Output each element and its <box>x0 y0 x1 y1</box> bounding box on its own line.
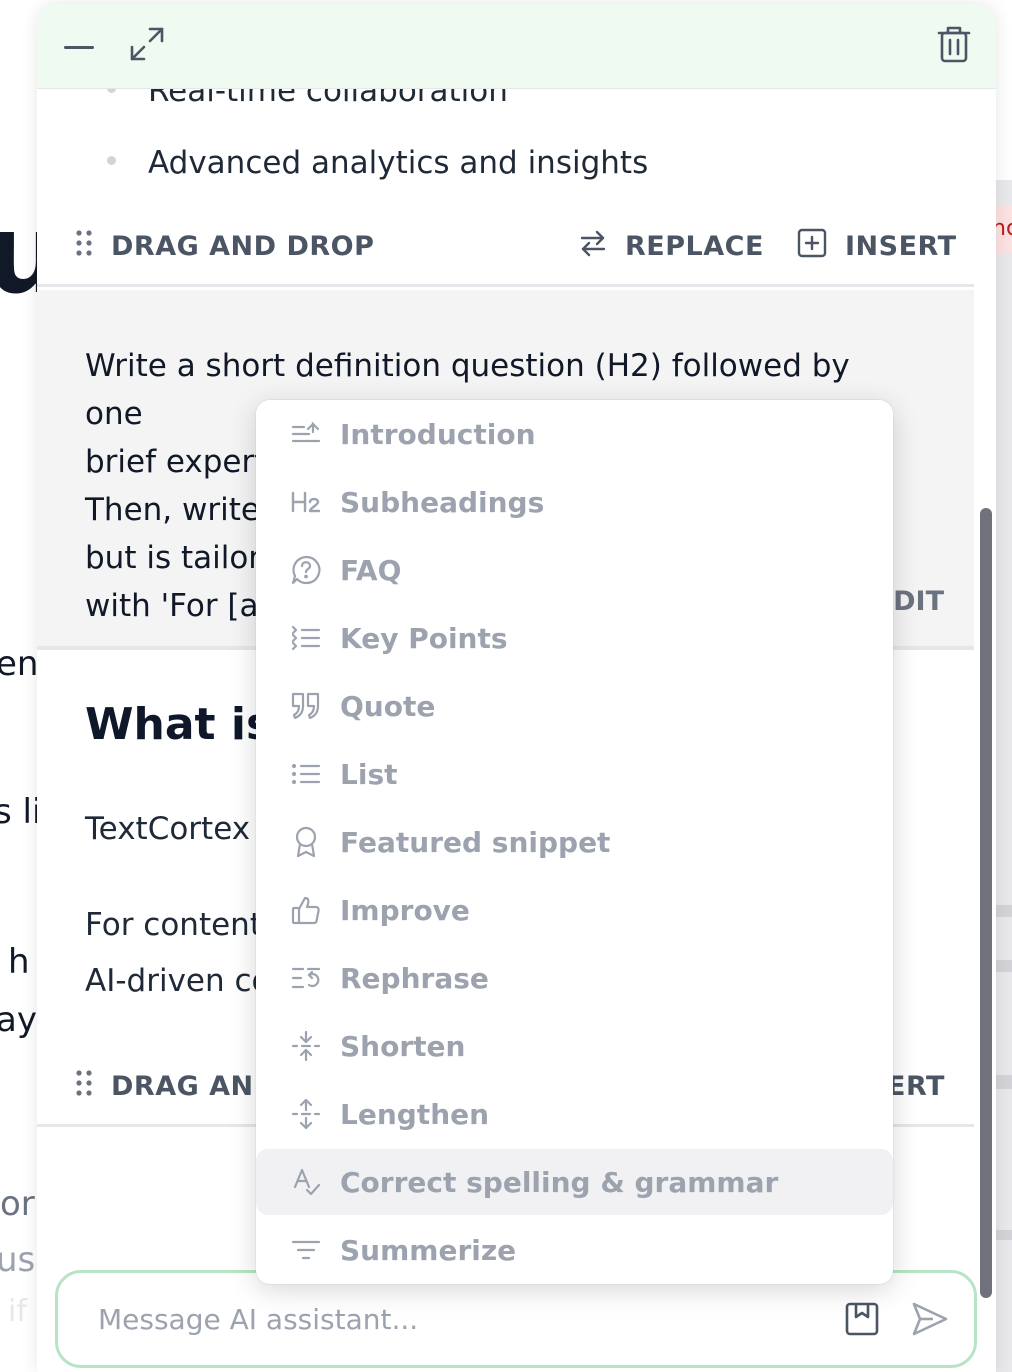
background-text: if <box>8 1294 27 1329</box>
list-item: Advanced analytics and insights <box>107 145 648 181</box>
panel-header <box>37 4 996 89</box>
menu-item-correct-spelling-grammar[interactable]: Correct spelling & grammar <box>256 1149 893 1215</box>
key-points-icon <box>290 622 322 654</box>
expand-button[interactable] <box>123 22 171 70</box>
drag-handle[interactable]: DRAG AND DROP <box>75 205 374 287</box>
replace-button[interactable]: REPLACE <box>579 205 764 287</box>
paragraph: TextCortex <box>85 811 251 847</box>
menu-item-key-points[interactable]: Key Points <box>256 605 893 671</box>
menu-item-label: Introduction <box>340 417 536 451</box>
background-text: s li <box>0 792 42 832</box>
menu-item-list[interactable]: List <box>256 741 893 807</box>
save-prompt-button[interactable] <box>840 1299 884 1343</box>
background-text: us <box>0 1240 36 1280</box>
menu-item-label: Featured snippet <box>340 825 611 859</box>
list-icon <box>290 758 322 790</box>
minus-icon <box>64 37 94 55</box>
block-action-bar: DRAG AND DROP REPLACE INSERT <box>37 205 974 287</box>
menu-item-faq[interactable]: FAQ <box>256 537 893 603</box>
award-icon <box>290 826 322 858</box>
list-item: Real-time collaboration <box>107 89 508 109</box>
shorten-icon <box>290 1030 322 1062</box>
menu-item-rephrase[interactable]: Rephrase <box>256 945 893 1011</box>
bullet-dot <box>107 156 116 165</box>
paragraph: AI-driven co <box>85 963 271 999</box>
menu-item-label: Quote <box>340 689 436 723</box>
menu-item-label: Key Points <box>340 621 508 655</box>
send-button[interactable] <box>908 1299 952 1343</box>
background-text: h <box>8 942 30 982</box>
bookmark-icon <box>844 1301 880 1342</box>
menu-item-label: Shorten <box>340 1029 466 1063</box>
menu-item-lengthen[interactable]: Lengthen <box>256 1081 893 1147</box>
h2-icon <box>290 486 322 518</box>
background-tab: nc <box>996 205 1012 253</box>
bullet-dot <box>107 89 116 93</box>
message-input[interactable] <box>98 1297 798 1341</box>
expand-icon <box>128 25 166 68</box>
menu-item-introduction[interactable]: Introduction <box>256 401 893 467</box>
minimize-button[interactable] <box>55 22 103 70</box>
filter-icon <box>290 1234 322 1266</box>
section-heading: What is <box>85 699 273 750</box>
drag-handle[interactable]: DRAG AND <box>75 1045 277 1127</box>
menu-item-summerize[interactable]: Summerize <box>256 1217 893 1283</box>
list-item-text: Real-time collaboration <box>148 89 508 109</box>
menu-item-improve[interactable]: Improve <box>256 877 893 943</box>
swap-icon <box>579 229 625 264</box>
replace-label: REPLACE <box>625 230 764 262</box>
menu-item-shorten[interactable]: Shorten <box>256 1013 893 1079</box>
background-text: or <box>0 1184 35 1224</box>
rephrase-icon <box>290 962 322 994</box>
menu-item-label: FAQ <box>340 553 402 587</box>
drag-label: DRAG AND DROP <box>111 230 375 262</box>
paragraph: For content <box>85 907 262 943</box>
lengthen-icon <box>290 1098 322 1130</box>
background-text: en <box>0 644 39 684</box>
menu-item-label: Lengthen <box>340 1097 490 1131</box>
menu-item-subheadings[interactable]: Subheadings <box>256 469 893 535</box>
background-text: nc <box>996 216 1012 241</box>
trash-icon <box>937 25 971 68</box>
drag-label: DRAG AND <box>111 1070 277 1102</box>
plus-square-icon <box>797 228 845 265</box>
insert-button[interactable]: INSERT <box>797 205 957 287</box>
menu-item-quote[interactable]: Quote <box>256 673 893 739</box>
menu-item-label: Correct spelling & grammar <box>340 1165 779 1199</box>
background-text: ay <box>0 1000 37 1040</box>
menu-item-featured-snippet[interactable]: Featured snippet <box>256 809 893 875</box>
background-right-strip <box>996 180 1012 1372</box>
faq-icon <box>290 554 322 586</box>
quote-icon <box>290 690 322 722</box>
insert-label: ERT <box>887 1070 945 1102</box>
ai-command-menu: Introduction Subheadings FAQ Key Points … <box>256 400 893 1284</box>
thumbs-up-icon <box>290 894 322 926</box>
list-item-text: Advanced analytics and insights <box>148 145 649 181</box>
send-icon <box>911 1301 949 1342</box>
menu-item-label: Summerize <box>340 1233 517 1267</box>
menu-item-label: List <box>340 757 398 791</box>
spellcheck-icon <box>290 1166 322 1198</box>
delete-button[interactable] <box>930 22 978 70</box>
menu-item-label: Improve <box>340 893 470 927</box>
drag-grip-icon <box>75 1069 111 1104</box>
menu-item-label: Rephrase <box>340 961 489 995</box>
insert-button[interactable]: ERT <box>887 1045 945 1127</box>
introduction-icon <box>290 418 322 450</box>
scrollbar-thumb[interactable] <box>980 508 992 1298</box>
message-composer <box>55 1270 977 1368</box>
drag-grip-icon <box>75 229 111 264</box>
menu-item-label: Subheadings <box>340 485 545 519</box>
insert-label: INSERT <box>845 230 957 262</box>
